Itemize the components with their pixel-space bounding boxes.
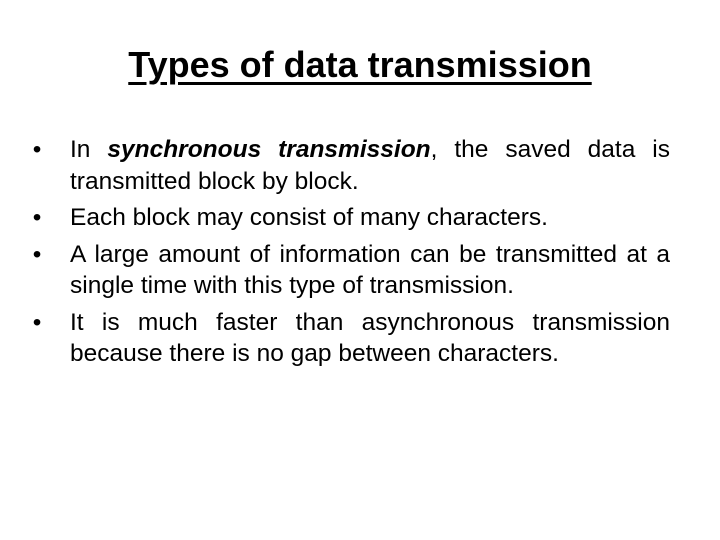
bullet-icon: •: [32, 136, 42, 163]
slide: Types of data transmission • In synchron…: [0, 0, 720, 540]
bullet-item: • It is much faster than asynchronous tr…: [33, 307, 670, 370]
bullet-item: • In synchronous transmission, the saved…: [33, 134, 670, 197]
slide-title: Types of data transmission: [128, 44, 592, 85]
bullet-text-prefix: In: [70, 136, 108, 163]
bullet-text: It is much faster than asynchronous tran…: [70, 308, 670, 368]
bullet-item: • A large amount of information can be t…: [33, 239, 670, 302]
bullet-list: • In synchronous transmission, the saved…: [33, 134, 670, 375]
bullet-item: • Each block may consist of many charact…: [33, 202, 670, 234]
bullet-icon: •: [32, 308, 42, 336]
bullet-text: A large amount of information can be tra…: [70, 240, 670, 300]
bullet-text: Each block may consist of many character…: [70, 204, 548, 231]
bullet-text-emphasis: synchronous transmission: [107, 136, 431, 163]
bullet-icon: •: [32, 240, 42, 268]
bullet-icon: •: [32, 204, 42, 231]
